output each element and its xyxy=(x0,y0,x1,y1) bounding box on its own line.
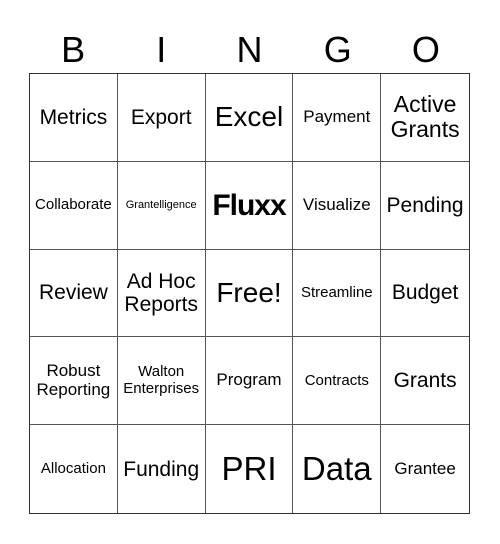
bingo-cell-contracts[interactable]: Contracts xyxy=(293,337,382,426)
bingo-cell-fluxx-logo[interactable]: Fluxx xyxy=(205,161,294,250)
bingo-cell-collaborate[interactable]: Collaborate xyxy=(30,161,118,250)
bingo-cell-robust-reporting[interactable]: Robust Reporting xyxy=(30,337,118,426)
bingo-cell-visualize[interactable]: Visualize xyxy=(293,161,382,250)
bingo-cell-grantee[interactable]: Grantee xyxy=(381,425,469,513)
bingo-cell-walton-enterprises[interactable]: Walton Enterprises xyxy=(117,337,206,426)
bingo-cell-grantelligence[interactable]: Grantelligence xyxy=(117,161,206,250)
bingo-cell-grants[interactable]: Grants xyxy=(381,337,469,426)
bingo-cell-free[interactable]: Free! xyxy=(205,249,294,338)
bingo-cell-streamline[interactable]: Streamline xyxy=(293,249,382,338)
bingo-cell-metrics[interactable]: Metrics xyxy=(30,74,118,162)
bingo-header: B I N G O xyxy=(29,28,470,72)
bingo-cell-excel[interactable]: Excel xyxy=(205,74,294,162)
bingo-cell-funding[interactable]: Funding xyxy=(118,425,206,513)
header-letter-g: G xyxy=(323,29,352,70)
bingo-cell-budget[interactable]: Budget xyxy=(381,250,469,338)
header-letter-o: O xyxy=(411,29,440,70)
bingo-cell-pri[interactable]: PRI xyxy=(206,425,294,513)
header-letter-b: B xyxy=(61,29,86,70)
bingo-cell-program[interactable]: Program xyxy=(205,337,294,426)
bingo-cell-review[interactable]: Review xyxy=(30,249,118,338)
header-letter-n: N xyxy=(236,29,263,70)
bingo-cell-active-grants[interactable]: Active Grants xyxy=(381,74,469,162)
bingo-cell-export[interactable]: Export xyxy=(117,74,206,162)
bingo-cell-payment[interactable]: Payment xyxy=(293,74,382,162)
bingo-cell-ad-hoc-reports[interactable]: Ad Hoc Reports xyxy=(117,249,206,338)
bingo-card-grid: Metrics Export Excel Payment Active Gran… xyxy=(29,73,470,514)
bingo-cell-data[interactable]: Data xyxy=(293,425,382,513)
bingo-cell-allocation[interactable]: Allocation xyxy=(30,425,118,513)
bingo-cell-pending[interactable]: Pending xyxy=(381,162,469,250)
header-letter-i: I xyxy=(156,29,167,70)
